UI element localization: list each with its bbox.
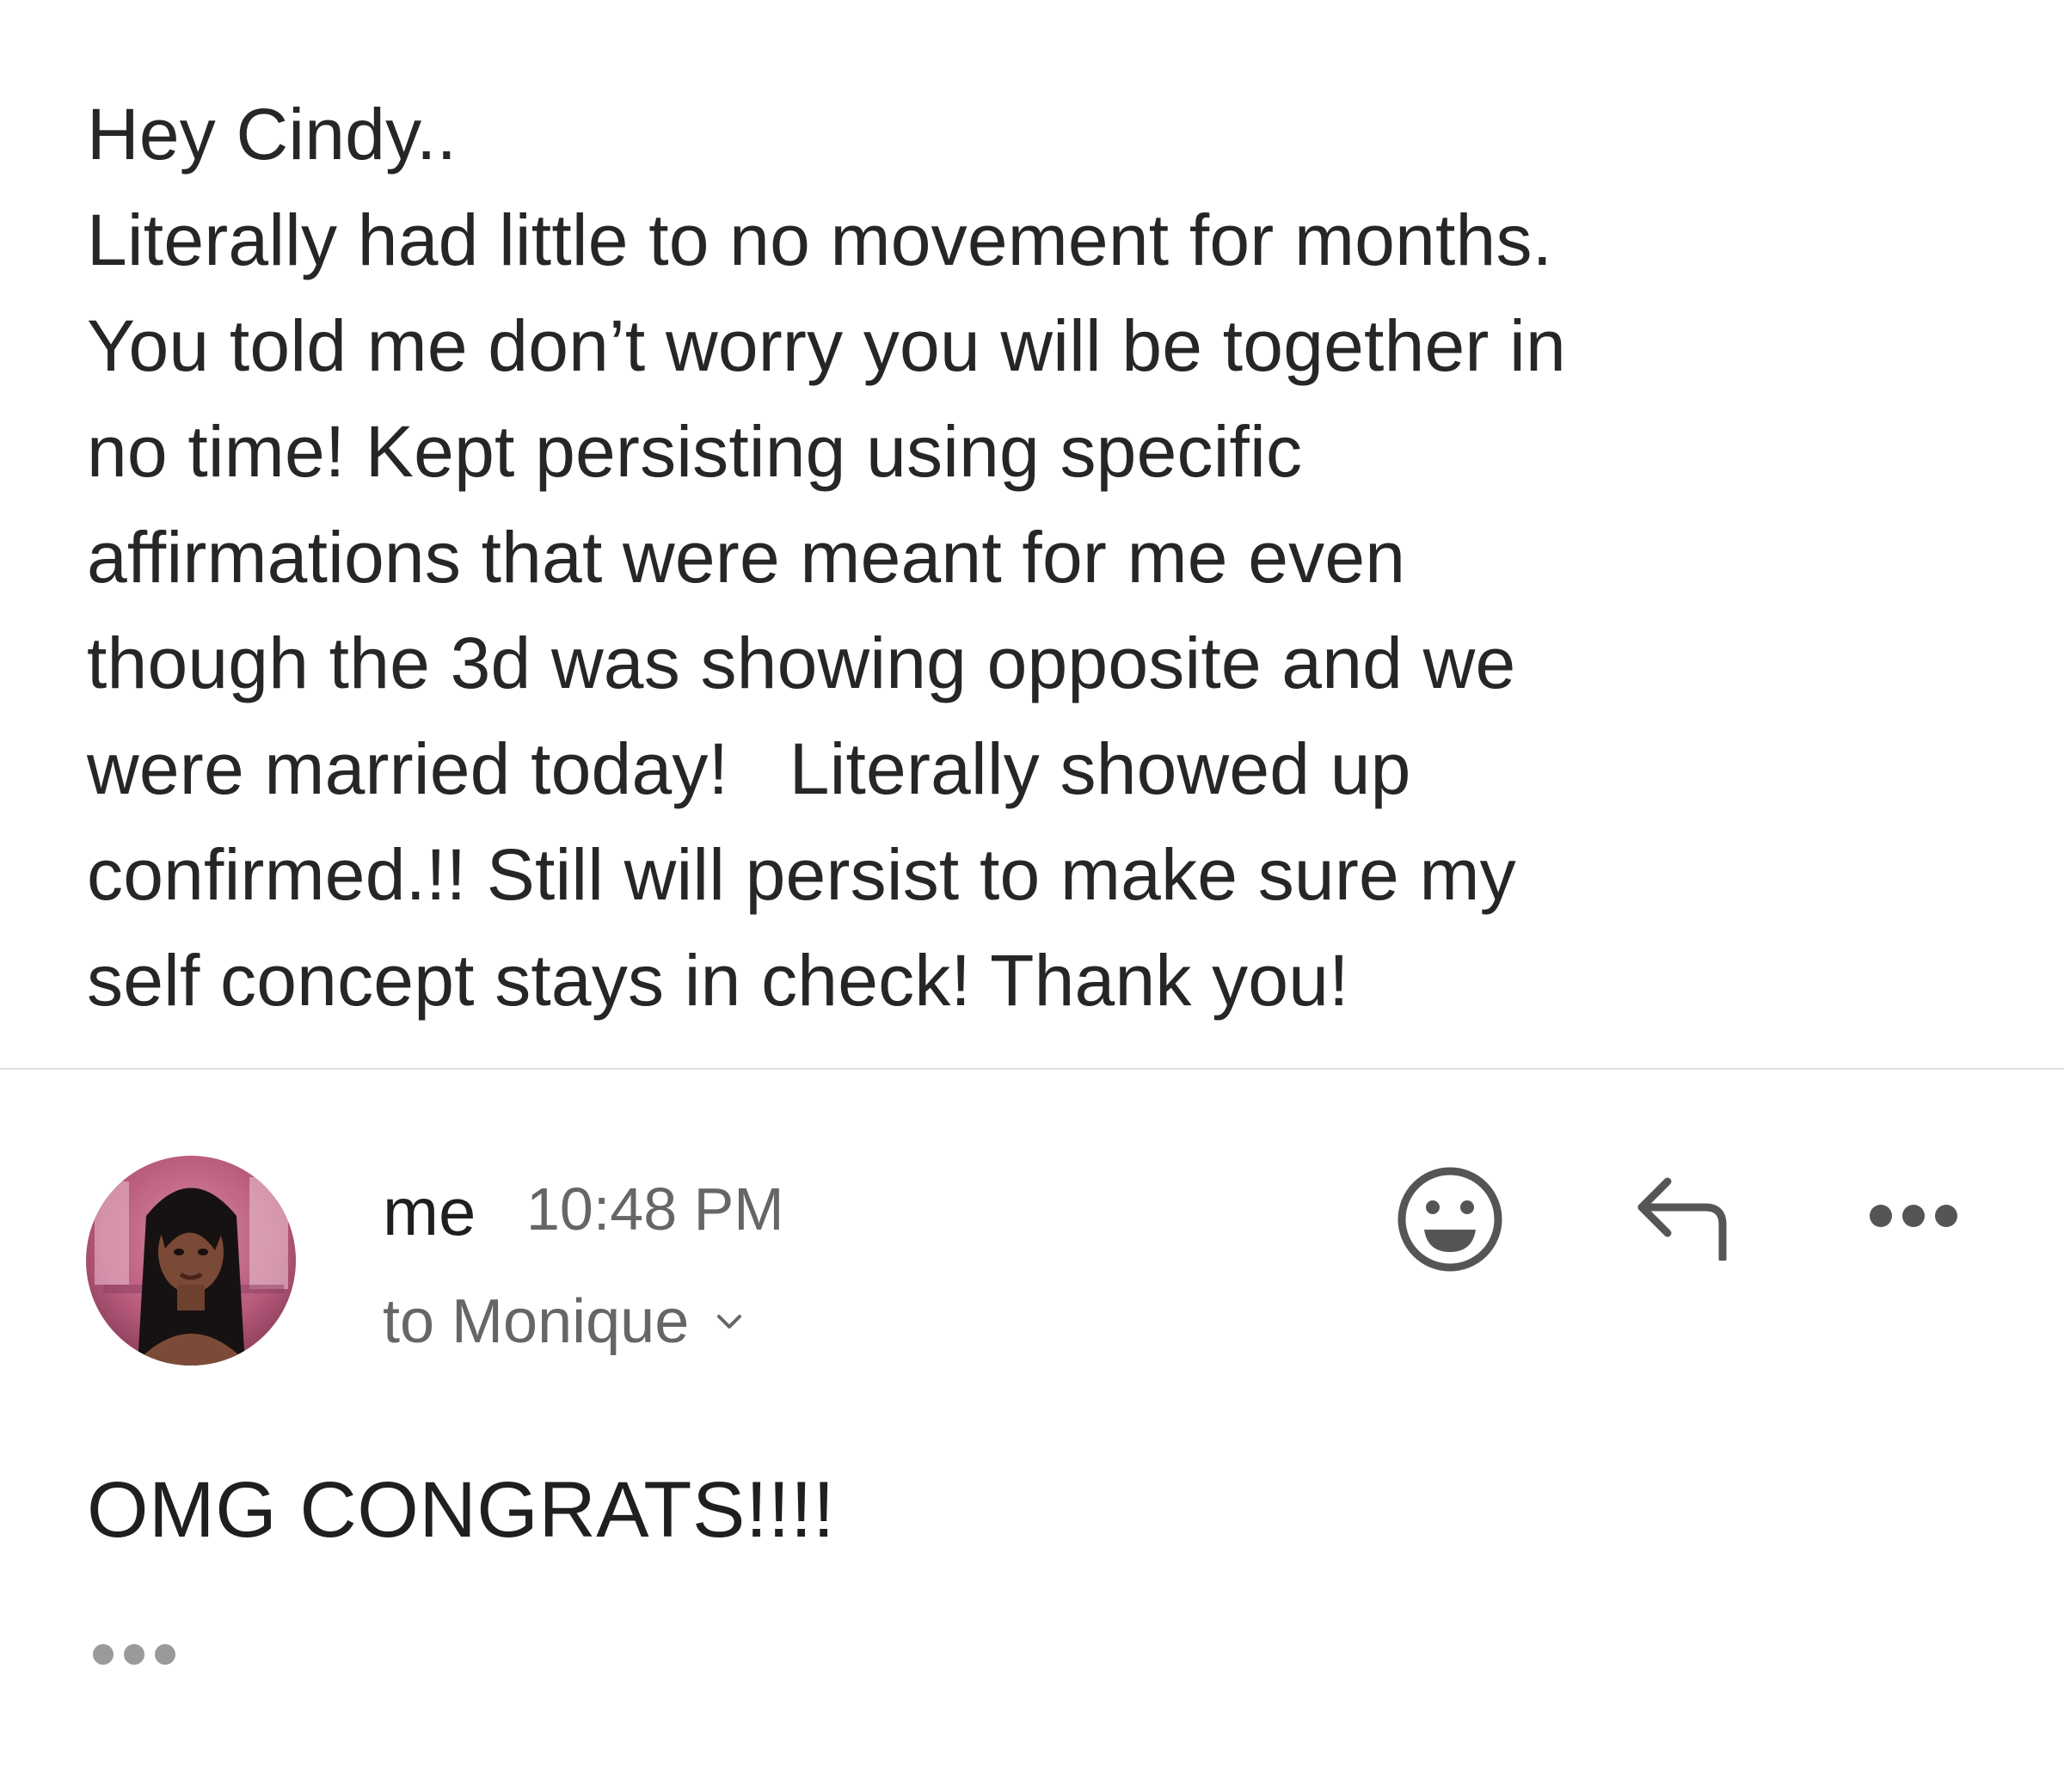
message-line: confirmed.!! Still will persist to make … xyxy=(87,834,1516,915)
add-reaction-button[interactable] xyxy=(1395,1164,1505,1274)
message-line: You told me don’t worry you will be toge… xyxy=(87,305,1566,386)
message-time: 10:48 PM xyxy=(526,1175,784,1243)
reply-button[interactable] xyxy=(1630,1175,1733,1263)
message-line: Hey Cindy.. xyxy=(87,94,458,175)
avatar-image xyxy=(86,1156,296,1365)
recipients-toggle[interactable]: to Monique xyxy=(383,1286,744,1357)
ellipsis-icon xyxy=(93,1644,175,1665)
more-horizontal-icon xyxy=(1870,1205,1957,1227)
message-line: no time! Kept persisting using specific xyxy=(87,411,1303,492)
previous-message-body: Hey Cindy.. Literally had little to no m… xyxy=(87,82,2022,1034)
message-line: affirmations that were meant for me even xyxy=(87,517,1406,598)
message-line: self concept stays in check! Thank you! xyxy=(87,940,1349,1021)
smiley-icon xyxy=(1398,1167,1502,1272)
sender-name[interactable]: me xyxy=(383,1173,476,1251)
avatar[interactable] xyxy=(86,1156,296,1365)
message-line: were married today! Literally showed up xyxy=(87,728,1411,809)
reply-arrow-icon xyxy=(1637,1177,1727,1263)
message-divider xyxy=(0,1068,2064,1070)
chevron-down-icon xyxy=(717,1315,742,1329)
show-trimmed-content-button[interactable] xyxy=(91,1637,186,1672)
recipients-label: to Monique xyxy=(383,1287,690,1356)
message-line: though the 3d was showing opposite and w… xyxy=(87,623,1516,703)
reply-body: OMG CONGRATS!!!! xyxy=(87,1466,836,1554)
message-line: Literally had little to no movement for … xyxy=(87,199,1553,280)
more-options-button[interactable] xyxy=(1866,1199,1961,1233)
